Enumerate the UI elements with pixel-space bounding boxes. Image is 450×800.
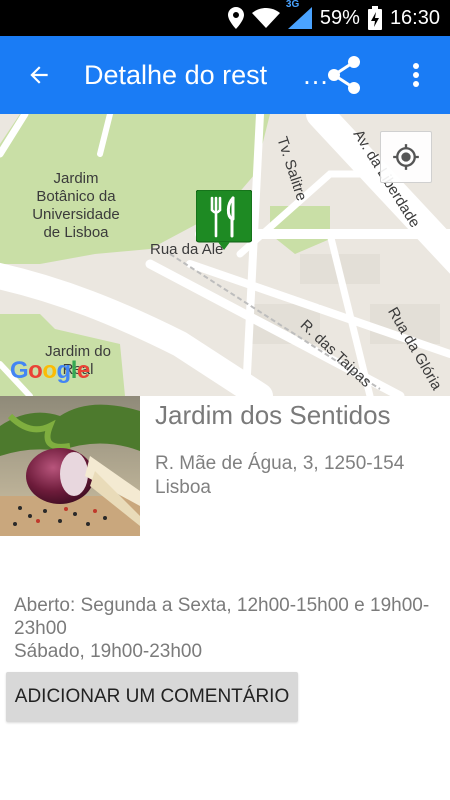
cellular-signal-icon: 3G [286, 0, 312, 29]
network-type: 3G [285, 0, 300, 10]
clock: 16:30 [389, 6, 440, 29]
overflow-menu-button[interactable] [398, 53, 434, 97]
restaurant-icon [195, 189, 253, 250]
add-comment-button[interactable]: ADICIONAR UM COMENTÁRIO [6, 672, 298, 722]
more-vert-icon [413, 63, 419, 87]
app-bar: Detalhe do rest… [0, 36, 450, 114]
restaurant-photo [0, 396, 140, 536]
battery-percentage: 59% [319, 6, 360, 29]
back-button[interactable] [0, 36, 78, 114]
location-icon [227, 7, 244, 29]
share-icon [328, 56, 360, 94]
wifi-icon [251, 8, 280, 28]
share-button[interactable] [322, 53, 366, 97]
my-location-icon [393, 144, 419, 170]
restaurant-map-marker[interactable] [195, 189, 253, 250]
hours-weekdays: Aberto: Segunda a Sexta, 12h00-15h00 e 1… [14, 595, 430, 639]
map-label-garden: Jardim Botânico da Universidade de Lisbo… [32, 170, 120, 241]
battery-charging-icon [367, 6, 382, 30]
status-bar: 3G 59% 16:30 [0, 0, 450, 36]
google-logo: Google [10, 357, 90, 384]
arrow-back-icon [30, 66, 48, 84]
restaurant-name: Jardim dos Sentidos [155, 400, 391, 430]
page-title: Detalhe do rest [84, 59, 268, 90]
restaurant-address: R. Mãe de Água, 3, 1250-154 Lisboa [155, 453, 405, 498]
my-location-button[interactable] [380, 131, 432, 183]
hours-saturday: Sábado, 19h00-23h00 [14, 641, 203, 662]
opening-hours: Aberto: Segunda a Sexta, 12h00-15h00 e 1… [14, 594, 444, 663]
